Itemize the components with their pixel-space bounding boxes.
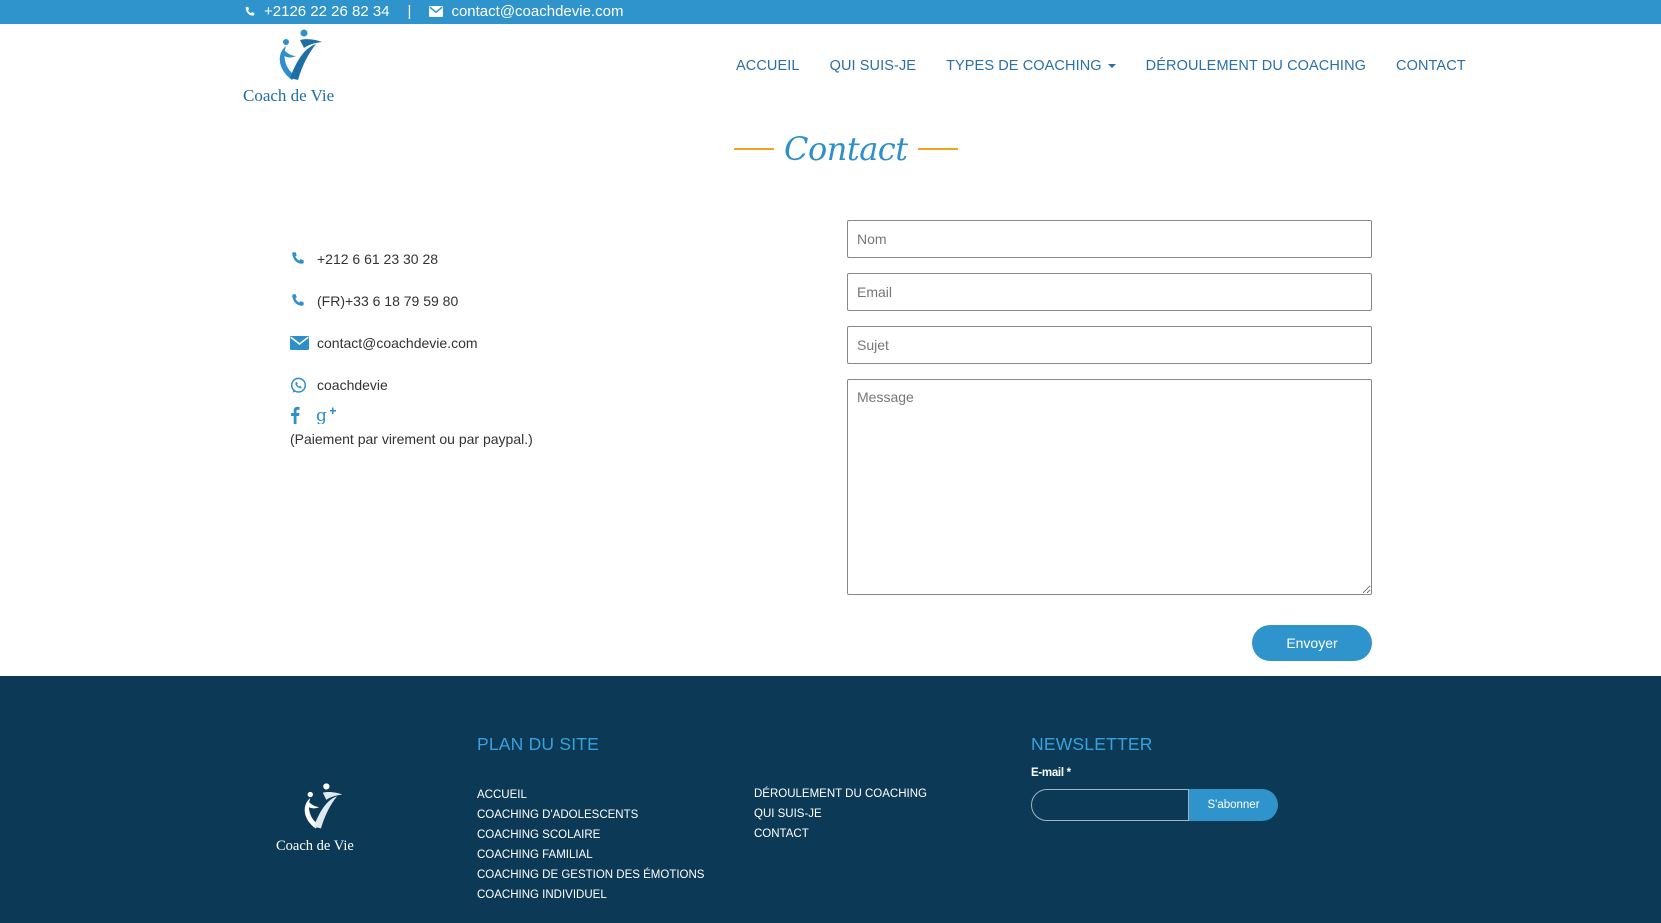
subscribe-button[interactable]: S'abonner xyxy=(1189,789,1278,821)
sitemap-column-2: DÉROULEMENT DU COACHING QUI SUIS-JE CONT… xyxy=(754,784,927,844)
contact-phone-fr: (FR)+33 6 18 79 59 80 xyxy=(290,280,478,322)
required-marker: * xyxy=(1066,767,1072,779)
nav-item-label: TYPES DE COACHING xyxy=(946,58,1102,74)
footer-logo-text: Coach de Vie xyxy=(276,838,354,854)
payment-note: (Paiement par virement ou par paypal.) xyxy=(290,431,533,447)
nav-item-accueil[interactable]: ACCUEIL xyxy=(736,58,800,74)
top-bar: +2126 22 26 82 34 | contact@coachdevie.c… xyxy=(0,0,1661,24)
site-logo[interactable]: Coach de Vie xyxy=(240,28,360,106)
section-title: Contact xyxy=(734,130,958,168)
svg-text:g: g xyxy=(316,406,327,424)
title-rule-right xyxy=(917,148,958,150)
nav-item-types-de-coaching[interactable]: TYPES DE COACHING xyxy=(946,58,1116,74)
newsletter-email-input[interactable] xyxy=(1031,789,1189,821)
contact-form xyxy=(847,220,1372,610)
facebook-icon[interactable] xyxy=(290,406,300,429)
send-button[interactable]: Envoyer xyxy=(1252,625,1372,661)
sitemap-link[interactable]: COACHING DE GESTION DES ÉMOTIONS xyxy=(477,865,704,885)
subject-field[interactable] xyxy=(847,326,1372,364)
contact-phone-ma: +212 6 61 23 30 28 xyxy=(290,238,478,280)
google-plus-icon[interactable]: g xyxy=(316,406,336,429)
phone-icon xyxy=(290,293,317,309)
message-field[interactable] xyxy=(847,379,1372,595)
sitemap-link[interactable]: COACHING INDIVIDUEL xyxy=(477,885,704,905)
coach-logo-icon xyxy=(270,28,326,89)
phone-icon xyxy=(244,6,256,18)
sitemap-link[interactable]: COACHING SCOLAIRE xyxy=(477,825,704,845)
title-rule-left xyxy=(734,148,774,150)
nav-item-deroulement[interactable]: DÉROULEMENT DU COACHING xyxy=(1146,58,1366,74)
envelope-icon xyxy=(290,336,317,350)
main-nav: ACCUEIL QUI SUIS-JE TYPES DE COACHING DÉ… xyxy=(736,58,1466,74)
contact-email: contact@coachdevie.com xyxy=(290,322,478,364)
contact-info: +212 6 61 23 30 28 (FR)+33 6 18 79 59 80… xyxy=(290,238,478,406)
contact-whatsapp: coachdevie xyxy=(290,364,478,406)
sitemap-link[interactable]: ACCUEIL xyxy=(477,785,704,805)
phone-icon xyxy=(290,251,317,267)
site-footer: Coach de Vie PLAN DU SITE ACCUEIL COACHI… xyxy=(0,676,1661,923)
sitemap-link[interactable]: QUI SUIS-JE xyxy=(754,804,927,824)
newsletter-email-label: E-mail * xyxy=(1031,767,1071,779)
sitemap-link[interactable]: COACHING D'ADOLESCENTS xyxy=(477,805,704,825)
newsletter-title: NEWSLETTER xyxy=(1031,734,1153,754)
sitemap-link[interactable]: COACHING FAMILIAL xyxy=(477,845,704,865)
envelope-icon xyxy=(429,6,444,17)
coach-logo-icon xyxy=(296,782,346,837)
newsletter-label-text: E-mail xyxy=(1031,767,1064,779)
whatsapp-icon xyxy=(290,377,317,394)
sitemap-link[interactable]: DÉROULEMENT DU COACHING xyxy=(754,784,927,804)
contact-whatsapp-text[interactable]: coachdevie xyxy=(317,377,388,393)
logo-text: Coach de Vie xyxy=(243,86,335,105)
page-title: Contact xyxy=(784,130,908,168)
topbar-phone-link[interactable]: +2126 22 26 82 34 xyxy=(264,3,390,20)
caret-down-icon xyxy=(1107,64,1116,69)
sitemap-title: PLAN DU SITE xyxy=(477,734,600,754)
sitemap-link[interactable]: CONTACT xyxy=(754,824,927,844)
name-field[interactable] xyxy=(847,220,1372,258)
social-links: g xyxy=(290,406,336,429)
topbar-email-link[interactable]: contact@coachdevie.com xyxy=(451,3,623,20)
topbar-separator: | xyxy=(407,3,412,20)
sitemap-column-1: ACCUEIL COACHING D'ADOLESCENTS COACHING … xyxy=(477,785,704,905)
contact-phone-ma-text[interactable]: +212 6 61 23 30 28 xyxy=(317,251,438,267)
top-bar-contacts: +2126 22 26 82 34 | contact@coachdevie.c… xyxy=(244,3,623,20)
footer-logo[interactable]: Coach de Vie xyxy=(276,782,376,854)
nav-item-contact[interactable]: CONTACT xyxy=(1396,58,1466,74)
contact-phone-fr-text[interactable]: (FR)+33 6 18 79 59 80 xyxy=(317,293,458,309)
contact-email-text[interactable]: contact@coachdevie.com xyxy=(317,335,478,351)
email-field[interactable] xyxy=(847,273,1372,311)
nav-item-qui-suis-je[interactable]: QUI SUIS-JE xyxy=(830,58,917,74)
